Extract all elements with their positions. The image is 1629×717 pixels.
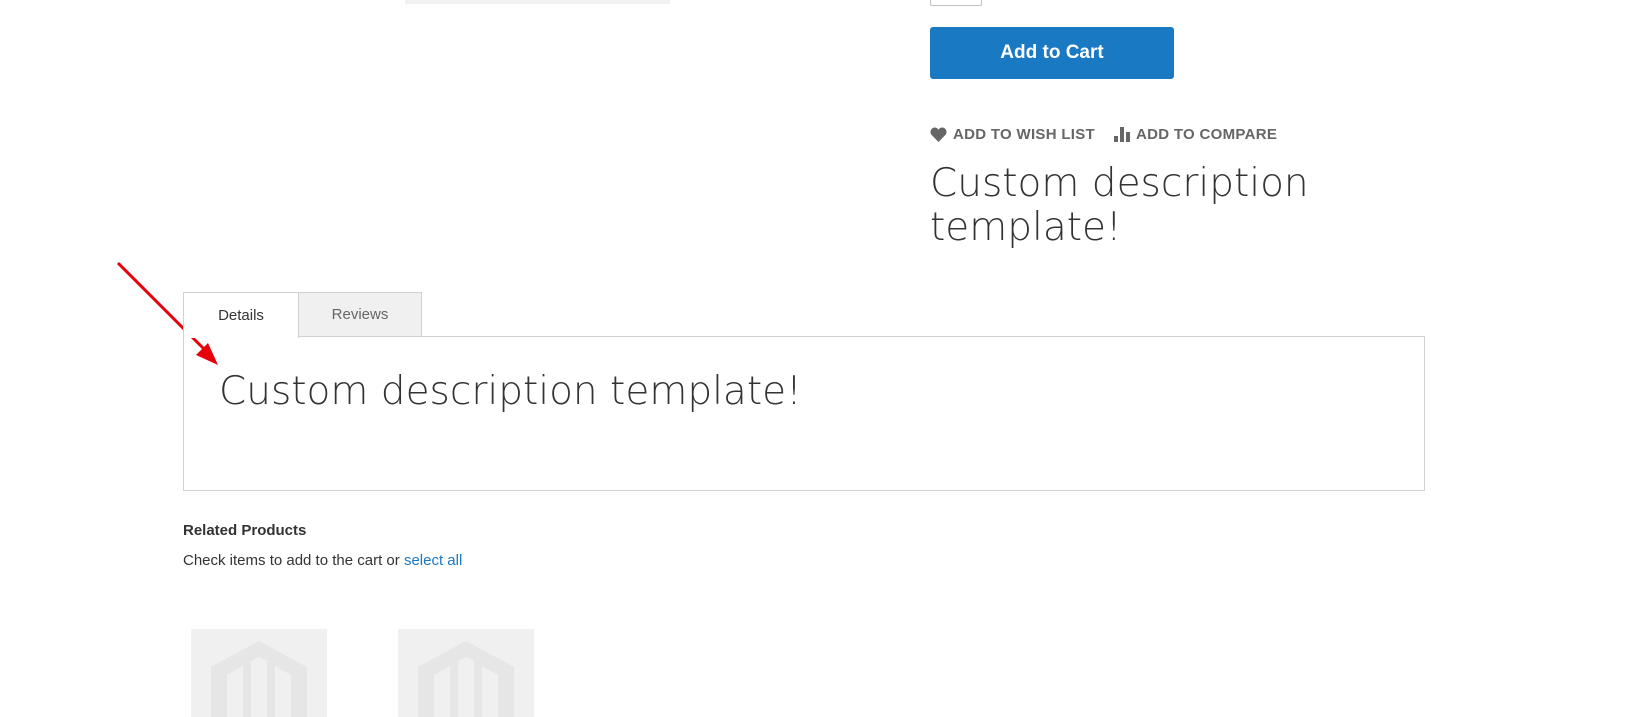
related-products-title: Related Products: [183, 522, 307, 539]
add-to-cart-button[interactable]: Add to Cart: [930, 27, 1174, 79]
related-info-text: Check items to add to the cart or: [183, 552, 400, 569]
related-product-thumbnail[interactable]: [398, 629, 534, 717]
product-image-remnant: [405, 0, 670, 4]
add-to-wishlist-link[interactable]: ADD TO WISH LIST: [930, 124, 1095, 144]
heart-icon: [930, 127, 947, 142]
related-products-info: Check items to add to the cart or select…: [183, 552, 462, 569]
wishlist-label: ADD TO WISH LIST: [953, 125, 1096, 143]
product-short-description: Custom description template!: [930, 161, 1309, 250]
tab-reviews[interactable]: Reviews: [299, 292, 422, 337]
magento-logo-icon: [211, 641, 307, 717]
compare-icon: [1114, 126, 1130, 142]
details-description: Custom description template!: [219, 369, 802, 414]
add-to-compare-link[interactable]: ADD TO COMPARE: [1114, 124, 1277, 144]
magento-logo-icon: [418, 641, 514, 717]
related-product-thumbnail[interactable]: [191, 629, 327, 717]
tab-details[interactable]: Details: [183, 292, 299, 338]
qty-input-remnant[interactable]: [930, 0, 982, 6]
compare-label: ADD TO COMPARE: [1136, 125, 1278, 143]
select-all-link[interactable]: select all: [404, 552, 462, 569]
